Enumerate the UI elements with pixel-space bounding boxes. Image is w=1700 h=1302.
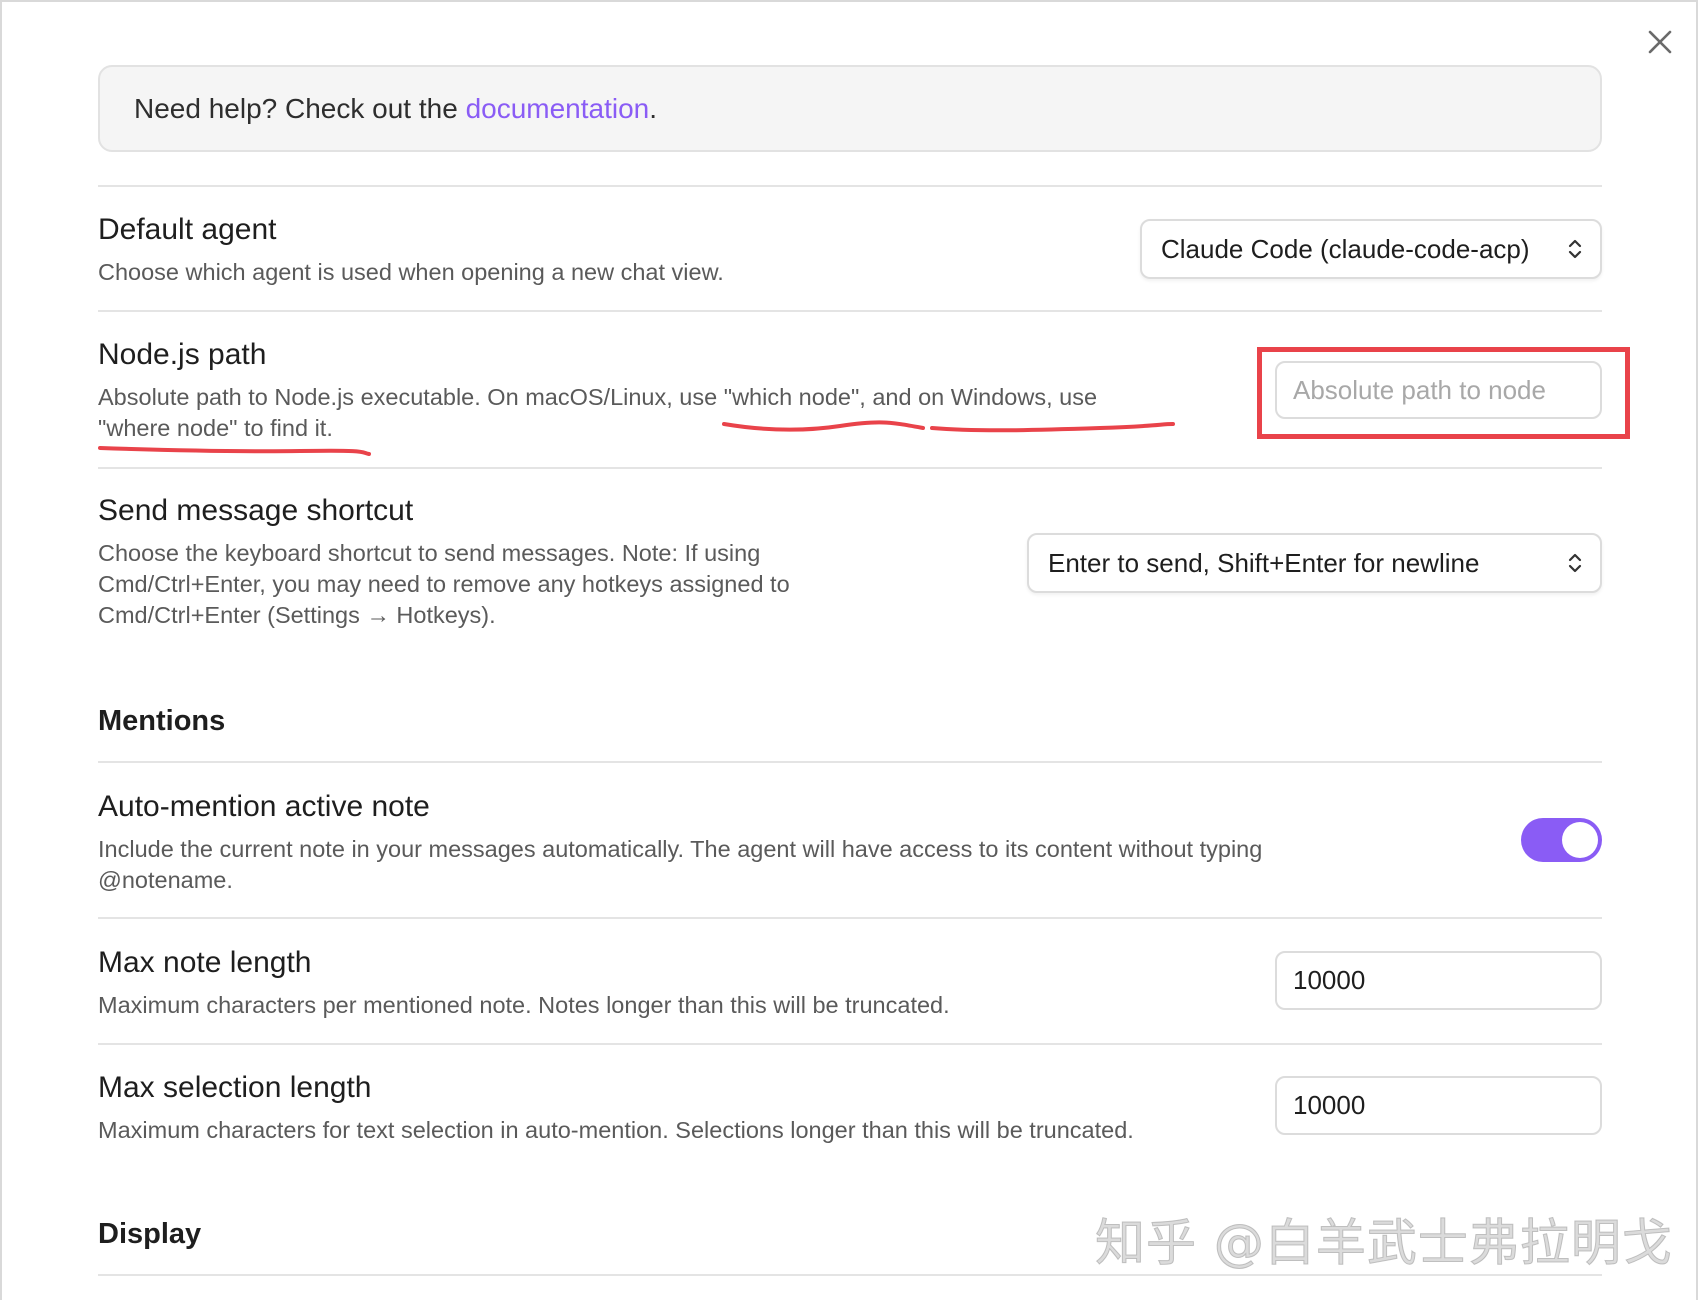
help-banner: Need help? Check out the documentation. bbox=[98, 65, 1602, 152]
divider bbox=[98, 185, 1602, 187]
default-agent-select[interactable]: Claude Code (claude-code-acp) bbox=[1140, 219, 1602, 279]
max-selection-length-description: Maximum characters for text selection in… bbox=[98, 1117, 1134, 1143]
send-shortcut-title: Send message shortcut bbox=[98, 494, 414, 527]
divider bbox=[98, 1043, 1602, 1045]
default-agent-selected: Claude Code (claude-code-acp) bbox=[1161, 234, 1530, 264]
mentions-section-title: Mentions bbox=[98, 705, 226, 737]
send-shortcut-select[interactable]: Enter to send, Shift+Enter for newline bbox=[1027, 533, 1602, 593]
node-path-description-line2: "where node" to find it. bbox=[98, 415, 333, 441]
documentation-link[interactable]: documentation bbox=[466, 93, 650, 124]
send-shortcut-selected: Enter to send, Shift+Enter for newline bbox=[1048, 548, 1480, 578]
watermark: 知乎 @白羊武士弗拉明戈 bbox=[1095, 1214, 1673, 1273]
display-section-title: Display bbox=[98, 1218, 202, 1250]
default-agent-title: Default agent bbox=[98, 213, 277, 246]
auto-mention-description-line1: Include the current note in your message… bbox=[98, 836, 1263, 862]
auto-mention-toggle[interactable] bbox=[1521, 818, 1602, 862]
max-selection-length-title: Max selection length bbox=[98, 1071, 372, 1104]
divider bbox=[98, 310, 1602, 312]
max-note-length-title: Max note length bbox=[98, 946, 312, 979]
help-text: Need help? Check out the bbox=[134, 93, 466, 124]
node-path-description: Absolute path to Node.js executable. On … bbox=[98, 382, 1218, 444]
chevron-up-down-icon bbox=[1568, 239, 1582, 259]
send-shortcut-description-line2: Cmd/Ctrl+Enter, you may need to remove a… bbox=[98, 571, 790, 597]
divider bbox=[98, 917, 1602, 919]
max-note-length-input[interactable] bbox=[1275, 951, 1602, 1010]
max-selection-length-input[interactable] bbox=[1275, 1076, 1602, 1135]
max-note-length-description: Maximum characters per mentioned note. N… bbox=[98, 992, 950, 1018]
divider bbox=[98, 467, 1602, 469]
send-shortcut-description: Choose the keyboard shortcut to send mes… bbox=[98, 538, 918, 631]
toggle-knob bbox=[1562, 822, 1598, 858]
send-shortcut-description-line3: Cmd/Ctrl+Enter (Settings → Hotkeys). bbox=[98, 602, 496, 628]
close-icon[interactable] bbox=[1640, 22, 1680, 62]
node-path-title: Node.js path bbox=[98, 338, 267, 371]
send-shortcut-description-line1: Choose the keyboard shortcut to send mes… bbox=[98, 540, 761, 566]
annotation-highlight-box bbox=[1257, 347, 1630, 439]
help-suffix: . bbox=[649, 93, 658, 124]
node-path-description-line1: Absolute path to Node.js executable. On … bbox=[98, 384, 1098, 410]
chevron-up-down-icon bbox=[1568, 553, 1582, 573]
divider bbox=[98, 761, 1602, 763]
auto-mention-title: Auto-mention active note bbox=[98, 790, 430, 823]
auto-mention-description-line2: @notename. bbox=[98, 867, 233, 893]
auto-mention-description: Include the current note in your message… bbox=[98, 834, 1398, 896]
default-agent-description: Choose which agent is used when opening … bbox=[98, 259, 724, 285]
